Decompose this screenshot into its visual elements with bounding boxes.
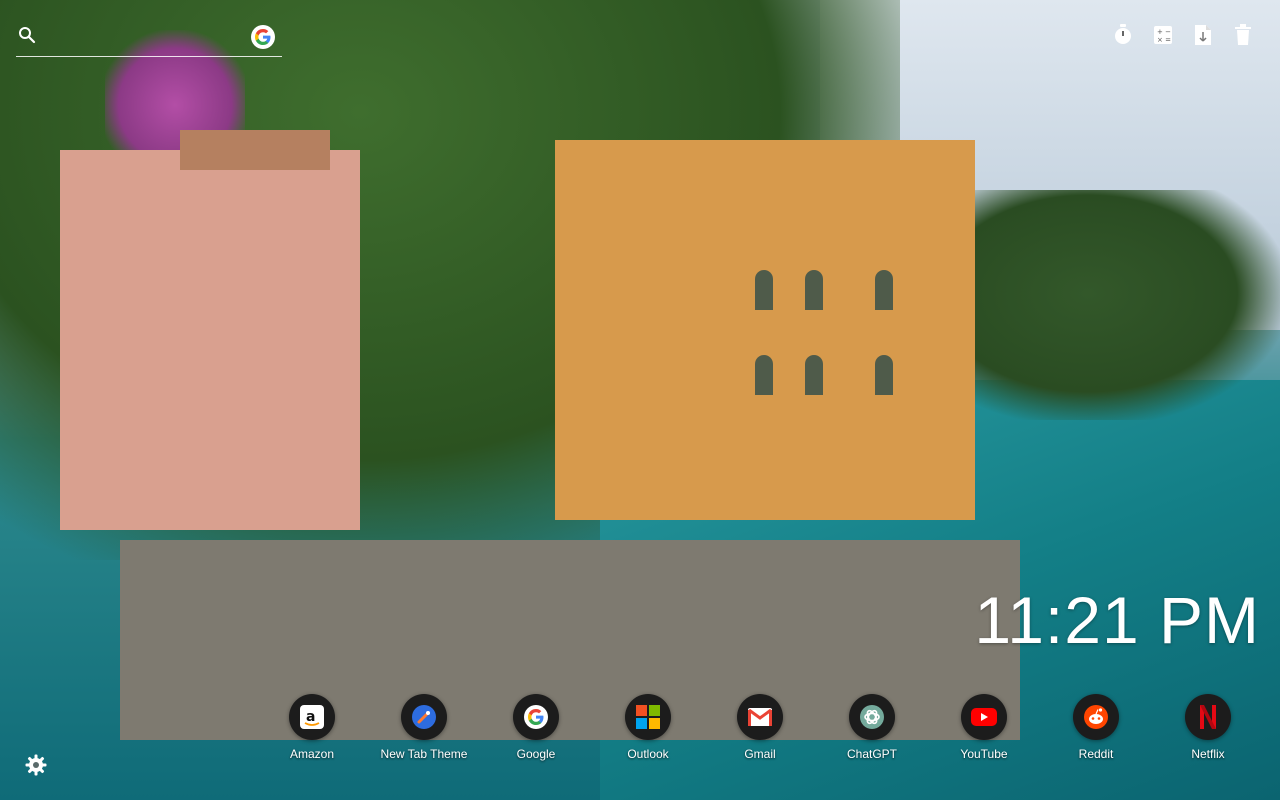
shortcut-google[interactable]: Google bbox=[480, 694, 592, 761]
wallpaper-pink-villa bbox=[60, 130, 360, 530]
document-icon[interactable] bbox=[1192, 24, 1214, 46]
youtube-icon bbox=[961, 694, 1007, 740]
settings-gear-icon[interactable] bbox=[24, 753, 48, 777]
calculator-icon[interactable]: + − × = bbox=[1152, 24, 1174, 46]
wallpaper-orange-villa bbox=[555, 140, 975, 520]
svg-text:+ −: + − bbox=[1157, 28, 1171, 36]
stopwatch-icon[interactable] bbox=[1112, 24, 1134, 46]
shortcut-label: Gmail bbox=[744, 747, 776, 761]
shortcut-new-tab-theme[interactable]: New Tab Theme bbox=[368, 694, 480, 761]
shortcut-label: New Tab Theme bbox=[380, 747, 468, 761]
google-search-engine-icon[interactable] bbox=[251, 25, 275, 49]
gmail-icon bbox=[737, 694, 783, 740]
shortcut-label: Reddit bbox=[1078, 747, 1114, 761]
shortcut-label: ChatGPT bbox=[846, 747, 897, 761]
svg-text:× =: × = bbox=[1157, 36, 1171, 44]
shortcut-label: Netflix bbox=[1191, 747, 1225, 761]
outlook-icon bbox=[625, 694, 671, 740]
shortcut-reddit[interactable]: Reddit bbox=[1040, 694, 1152, 761]
netflix-icon bbox=[1185, 694, 1231, 740]
search-input[interactable] bbox=[46, 24, 250, 52]
google-icon bbox=[513, 694, 559, 740]
search-bar bbox=[16, 22, 282, 57]
search-icon[interactable] bbox=[18, 26, 36, 44]
shortcut-youtube[interactable]: YouTube bbox=[928, 694, 1040, 761]
shortcut-label: Google bbox=[516, 747, 556, 761]
svg-text:a: a bbox=[306, 709, 315, 725]
shortcut-netflix[interactable]: Netflix bbox=[1152, 694, 1264, 761]
chatgpt-icon bbox=[849, 694, 895, 740]
shortcut-amazon[interactable]: a Amazon bbox=[256, 694, 368, 761]
amazon-icon: a bbox=[289, 694, 335, 740]
shortcut-dock: a Amazon New Tab Theme Google Outlook Gm… bbox=[256, 694, 1264, 761]
new-tab-theme-icon bbox=[401, 694, 447, 740]
shortcut-label: Outlook bbox=[627, 747, 669, 761]
shortcut-outlook[interactable]: Outlook bbox=[592, 694, 704, 761]
reddit-icon bbox=[1073, 694, 1119, 740]
shortcut-chatgpt[interactable]: ChatGPT bbox=[816, 694, 928, 761]
shortcut-gmail[interactable]: Gmail bbox=[704, 694, 816, 761]
shortcut-label: Amazon bbox=[289, 747, 335, 761]
wallpaper-background bbox=[0, 0, 1280, 800]
clock-time: 11:21 PM bbox=[974, 583, 1260, 657]
wallpaper-pine-trees bbox=[960, 190, 1280, 420]
trash-icon[interactable] bbox=[1232, 24, 1254, 46]
shortcut-label: YouTube bbox=[960, 747, 1008, 761]
top-toolbar: + − × = bbox=[1112, 24, 1254, 46]
